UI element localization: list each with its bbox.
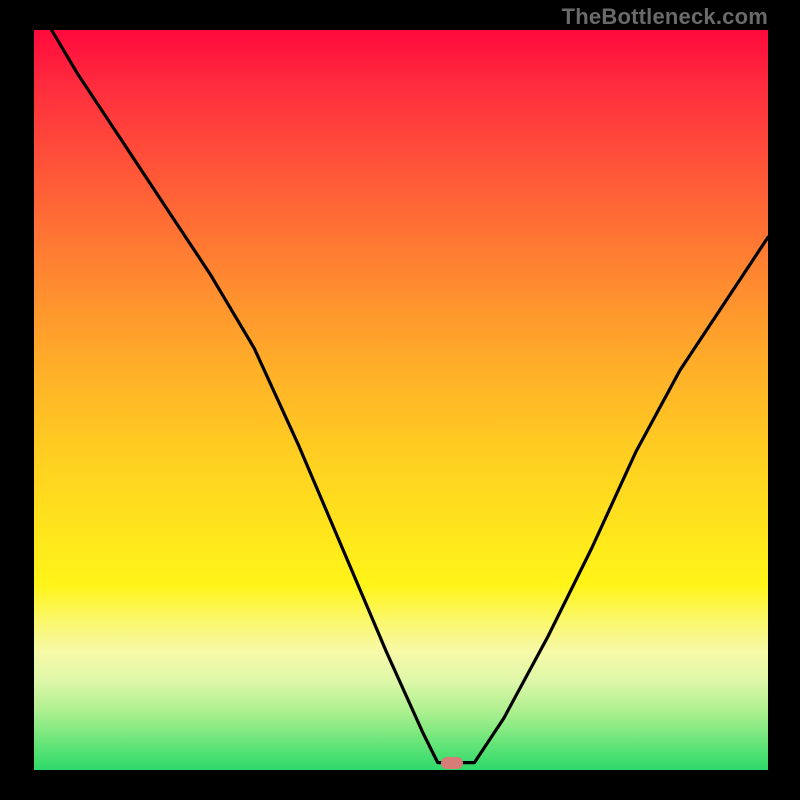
watermark-text: TheBottleneck.com xyxy=(562,4,768,30)
plot-area xyxy=(34,30,768,770)
minimum-marker xyxy=(441,757,463,769)
chart-container: TheBottleneck.com xyxy=(0,0,800,800)
bottleneck-curve xyxy=(34,30,768,770)
